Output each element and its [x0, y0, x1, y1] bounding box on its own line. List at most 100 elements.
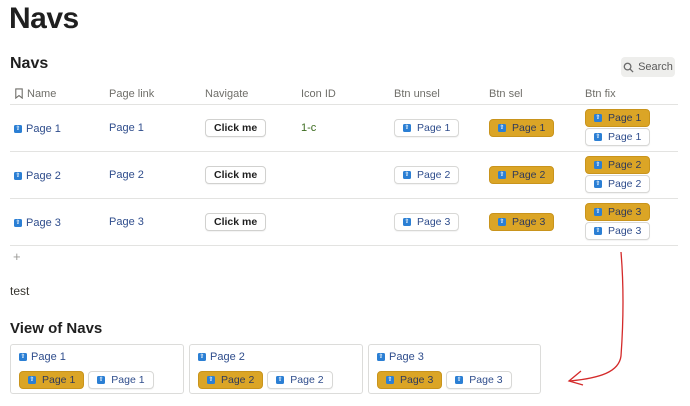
column-header-btn-fix[interactable]: Btn fix	[581, 84, 678, 105]
nav-button-selected[interactable]: ⇧ Page 1	[585, 109, 651, 127]
page-icon: ⇧	[386, 376, 394, 384]
nav-button-label: Page 1	[417, 121, 451, 134]
add-row-button[interactable]: +	[13, 249, 21, 264]
search-label: Search	[638, 61, 673, 73]
nav-button-label: Page 1	[608, 112, 642, 124]
nav-button-label: Page 3	[608, 225, 642, 237]
nav-button-label: Page 2	[290, 374, 324, 386]
row-name-label: Page 1	[26, 122, 61, 135]
nav-button-selected[interactable]: ⇧ Page 3	[489, 212, 555, 231]
search-button[interactable]: Search	[621, 57, 675, 77]
page-icon: ⇧	[276, 376, 285, 384]
nav-button-unselected[interactable]: ⇧ Page 1	[88, 371, 154, 389]
nav-button-label: Page 2	[221, 374, 255, 386]
card-title: Page 1	[31, 351, 66, 363]
page-icon: ⇧	[14, 171, 22, 180]
nav-button-selected[interactable]: ⇧ Page 3	[585, 203, 651, 221]
page-icon: ⇧	[19, 353, 27, 361]
nav-button-selected[interactable]: ⇧ Page 1	[489, 118, 555, 137]
icon-id-cell: 1-c	[301, 121, 317, 134]
bookmark-icon	[15, 88, 23, 100]
nav-button-label: Page 2	[417, 168, 451, 181]
page-icon: ⇧	[594, 133, 602, 141]
page-title: Navs	[9, 2, 79, 35]
column-header-btn-unsel[interactable]: Btn unsel	[390, 84, 485, 105]
nav-button-label: Page 2	[608, 159, 642, 171]
row-name-link[interactable]: ⇧ Page 2	[14, 170, 61, 182]
nav-button-unselected[interactable]: ⇧ Page 3	[585, 222, 651, 240]
column-header-btn-sel[interactable]: Btn sel	[485, 84, 581, 105]
search-icon	[623, 62, 634, 73]
row-name-label: Page 2	[26, 169, 61, 182]
nav-button-label: Page 1	[512, 121, 546, 134]
nav-button-label: Page 1	[608, 131, 642, 143]
nav-button-label: Page 1	[111, 374, 145, 386]
card-title-link[interactable]: ⇧ Page 1	[19, 351, 66, 363]
page-icon: ⇧	[403, 170, 411, 179]
gallery-card[interactable]: ⇧ Page 2 ⇧ Page 2 ⇧ Page 2	[189, 344, 363, 394]
nav-button-unselected[interactable]: ⇧ Page 1	[394, 118, 460, 137]
nav-button-label: Page 1	[42, 374, 76, 386]
view-title[interactable]: View of Navs	[10, 320, 102, 337]
nav-button-selected[interactable]: ⇧ Page 1	[19, 371, 85, 389]
table-row: ⇧ Page 3 Page 3 Click me ⇧ Page 3 ⇧ Page 3 …	[10, 198, 678, 246]
page-link-cell[interactable]: Page 2	[109, 169, 144, 181]
page-icon: ⇧	[594, 180, 602, 188]
nav-button-label: Page 3	[608, 206, 642, 218]
nav-button-selected[interactable]: ⇧ Page 2	[585, 156, 651, 174]
database-title[interactable]: Navs	[10, 55, 48, 73]
column-header-navigate[interactable]: Navigate	[201, 84, 297, 105]
page-icon: ⇧	[455, 376, 464, 384]
row-name-link[interactable]: ⇧ Page 3	[14, 217, 61, 229]
nav-button-label: Page 2	[608, 178, 642, 190]
nav-button-unselected[interactable]: ⇧ Page 3	[394, 212, 460, 231]
card-title-link[interactable]: ⇧ Page 3	[377, 351, 424, 363]
page-icon: ⇧	[28, 376, 36, 384]
click-me-button[interactable]: Click me	[205, 165, 267, 184]
nav-button-unselected[interactable]: ⇧ Page 2	[585, 175, 651, 193]
table-row: ⇧ Page 2 Page 2 Click me ⇧ Page 2 ⇧ Page 2 …	[10, 151, 678, 199]
column-header-label: Name	[27, 87, 57, 100]
page-icon: ⇧	[594, 161, 602, 169]
click-me-button[interactable]: Click me	[205, 212, 267, 231]
nav-button-unselected[interactable]: ⇧ Page 2	[394, 165, 460, 184]
nav-button-label: Page 3	[400, 374, 434, 386]
page-icon: ⇧	[403, 123, 411, 132]
page-link-cell[interactable]: Page 1	[109, 122, 144, 134]
card-title: Page 2	[210, 351, 245, 363]
page-icon: ⇧	[207, 376, 215, 384]
nav-button-unselected[interactable]: ⇧ Page 1	[585, 128, 651, 146]
gallery-card[interactable]: ⇧ Page 3 ⇧ Page 3 ⇧ Page 3	[368, 344, 541, 394]
page-icon: ⇧	[403, 217, 411, 226]
column-header-page-link[interactable]: Page link	[105, 84, 201, 105]
page-link-cell[interactable]: Page 3	[109, 216, 144, 228]
page-icon: ⇧	[498, 123, 506, 132]
card-title: Page 3	[389, 351, 424, 363]
table-header: Name Page link Navigate Icon ID Btn unse…	[10, 84, 678, 105]
page-icon: ⇧	[594, 114, 602, 122]
column-header-icon-id[interactable]: Icon ID	[297, 84, 390, 105]
nav-button-selected[interactable]: ⇧ Page 2	[198, 371, 264, 389]
page-icon: ⇧	[198, 353, 206, 361]
nav-button-unselected[interactable]: ⇧ Page 3	[446, 371, 512, 389]
page-icon: ⇧	[594, 227, 602, 235]
row-name-link[interactable]: ⇧ Page 1	[14, 123, 61, 135]
page-icon: ⇧	[498, 217, 506, 226]
nav-button-unselected[interactable]: ⇧ Page 2	[267, 371, 333, 389]
page-icon: ⇧	[498, 170, 506, 179]
nav-button-label: Page 3	[512, 215, 546, 228]
page-icon: ⇧	[594, 208, 602, 216]
page-icon: ⇧	[377, 353, 385, 361]
card-title-link[interactable]: ⇧ Page 2	[198, 351, 245, 363]
column-header-name[interactable]: Name	[10, 84, 105, 105]
nav-button-label: Page 3	[469, 374, 503, 386]
page-icon: ⇧	[14, 218, 22, 227]
text-block[interactable]: test	[10, 284, 29, 298]
click-me-button[interactable]: Click me	[205, 118, 267, 137]
page-icon: ⇧	[97, 376, 106, 384]
annotation-arrow-icon	[567, 251, 624, 386]
nav-button-selected[interactable]: ⇧ Page 3	[377, 371, 443, 389]
gallery-card[interactable]: ⇧ Page 1 ⇧ Page 1 ⇧ Page 1	[10, 344, 184, 394]
navs-table: Name Page link Navigate Icon ID Btn unse…	[10, 84, 678, 246]
nav-button-selected[interactable]: ⇧ Page 2	[489, 165, 555, 184]
